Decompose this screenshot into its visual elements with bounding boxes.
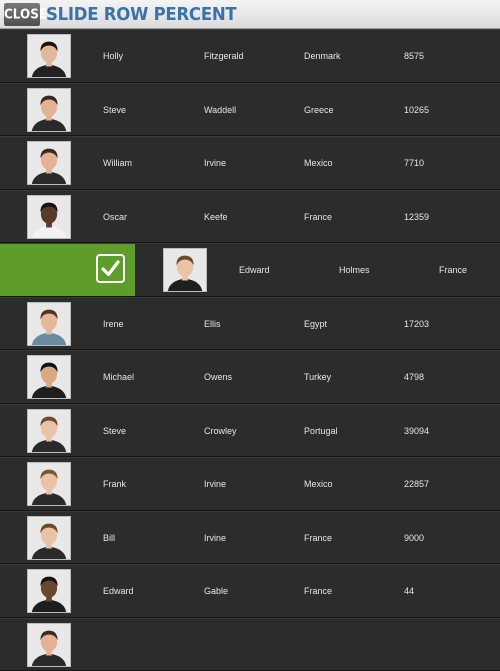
- avatar: [27, 409, 71, 453]
- country-cell: Greece: [304, 84, 334, 136]
- checkmark-icon[interactable]: [96, 254, 125, 283]
- table-row[interactable]: Edward Holmes France: [0, 243, 500, 297]
- country-cell: Mexico: [304, 458, 333, 510]
- table-row[interactable]: William Irvine Mexico 7710: [0, 136, 500, 190]
- first-name-cell: Steve: [103, 84, 126, 136]
- avatar: [27, 195, 71, 239]
- number-cell: 9000: [404, 512, 424, 564]
- table-row[interactable]: Bill Irvine France 9000: [0, 511, 500, 565]
- app-header: CLOSE SLIDE ROW PERCENT: [0, 0, 500, 29]
- table-row[interactable]: [0, 618, 500, 671]
- table-row[interactable]: Oscar Keefe France 12359: [0, 190, 500, 244]
- table-row[interactable]: Edward Gable France 44: [0, 564, 500, 618]
- table-row[interactable]: Holly Fitzgerald Denmark 8575: [0, 29, 500, 83]
- last-name-cell: Irvine: [204, 512, 226, 564]
- country-cell: France: [304, 191, 332, 243]
- avatar: [27, 34, 71, 78]
- country-cell: Turkey: [304, 351, 331, 403]
- first-name-cell: William: [103, 137, 132, 189]
- first-name-cell: Oscar: [103, 191, 127, 243]
- first-name-cell: Steve: [103, 405, 126, 457]
- country-cell: France: [304, 565, 332, 617]
- avatar: [27, 516, 71, 560]
- last-name-cell: Irvine: [204, 458, 226, 510]
- last-name-cell: Crowley: [204, 405, 237, 457]
- first-name-cell: Edward: [103, 565, 134, 617]
- page-title: SLIDE ROW PERCENT: [46, 3, 236, 26]
- country-cell: Egypt: [304, 298, 327, 350]
- last-name-cell: Keefe: [204, 191, 228, 243]
- number-cell: 7710: [404, 137, 424, 189]
- last-name-cell: Fitzgerald: [204, 30, 244, 82]
- avatar: [27, 302, 71, 346]
- number-cell: 8575: [404, 30, 424, 82]
- swipe-action-area[interactable]: [0, 244, 135, 296]
- number-cell: 12359: [404, 191, 429, 243]
- last-name-cell: Irvine: [204, 137, 226, 189]
- avatar: [27, 569, 71, 613]
- avatar: [27, 88, 71, 132]
- first-name-cell: Edward: [239, 244, 270, 296]
- country-cell: France: [439, 244, 467, 296]
- first-name-cell: Bill: [103, 512, 115, 564]
- last-name-cell: Ellis: [204, 298, 221, 350]
- country-cell: Portugal: [304, 405, 338, 457]
- person-list: Holly Fitzgerald Denmark 8575 Steve Waddell Gr…: [0, 29, 500, 671]
- number-cell: 10265: [404, 84, 429, 136]
- avatar: [27, 462, 71, 506]
- first-name-cell: Holly: [103, 30, 123, 82]
- first-name-cell: Michael: [103, 351, 134, 403]
- table-row[interactable]: Irene Ellis Egypt 17203: [0, 297, 500, 351]
- number-cell: 22857: [404, 458, 429, 510]
- number-cell: 17203: [404, 298, 429, 350]
- row-content: Edward Holmes France: [136, 244, 500, 296]
- avatar: [163, 248, 207, 292]
- table-row[interactable]: Steve Waddell Greece 10265: [0, 83, 500, 137]
- country-cell: France: [304, 512, 332, 564]
- close-button[interactable]: CLOSE: [4, 3, 40, 26]
- avatar: [27, 141, 71, 185]
- last-name-cell: Owens: [204, 351, 232, 403]
- first-name-cell: Frank: [103, 458, 126, 510]
- last-name-cell: Holmes: [339, 244, 370, 296]
- country-cell: Mexico: [304, 137, 333, 189]
- number-cell: 39094: [404, 405, 429, 457]
- avatar: [27, 355, 71, 399]
- number-cell: 4798: [404, 351, 424, 403]
- last-name-cell: Gable: [204, 565, 228, 617]
- number-cell: 44: [404, 565, 414, 617]
- country-cell: Denmark: [304, 30, 341, 82]
- table-row[interactable]: Michael Owens Turkey 4798: [0, 350, 500, 404]
- avatar: [27, 623, 71, 667]
- table-row[interactable]: Steve Crowley Portugal 39094: [0, 404, 500, 458]
- first-name-cell: Irene: [103, 298, 124, 350]
- table-row[interactable]: Frank Irvine Mexico 22857: [0, 457, 500, 511]
- last-name-cell: Waddell: [204, 84, 236, 136]
